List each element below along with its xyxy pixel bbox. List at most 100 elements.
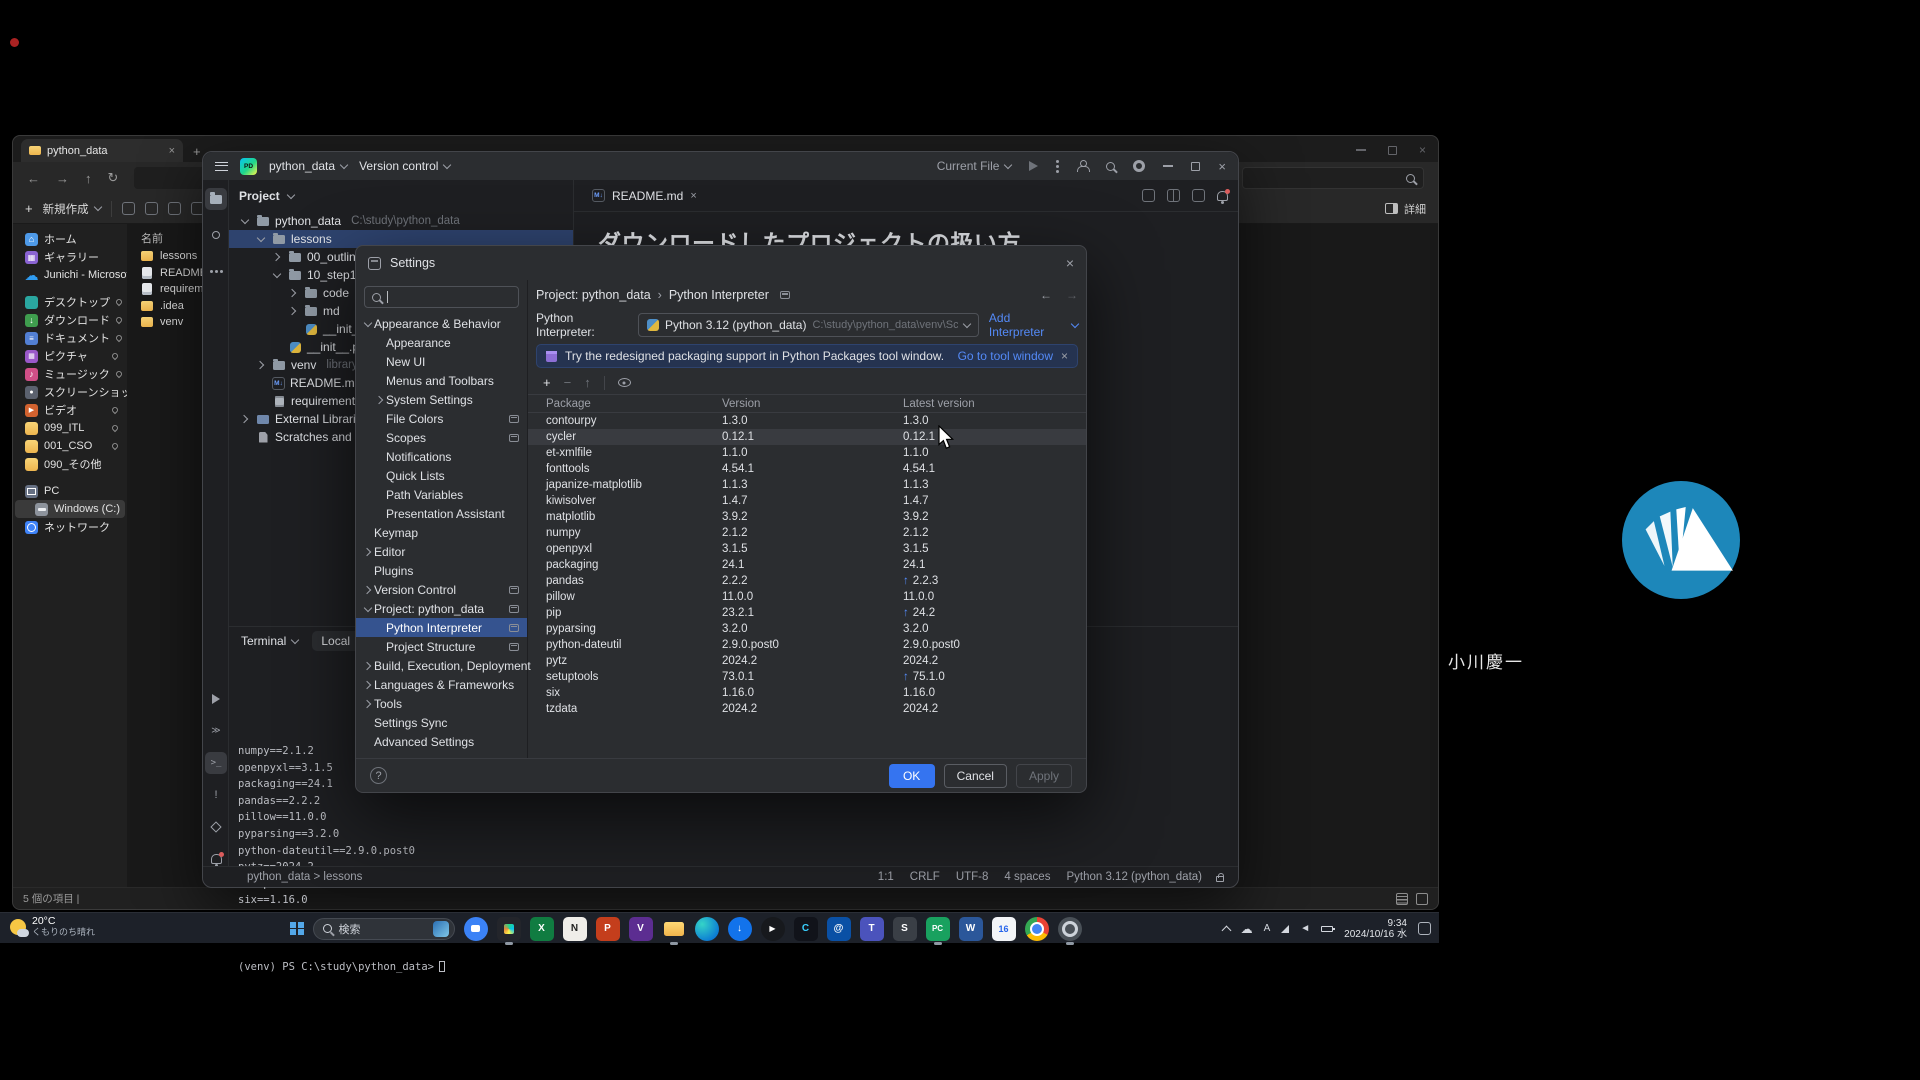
taskbar-app-icon[interactable] <box>1058 917 1082 941</box>
vcs-widget[interactable]: Version control <box>359 159 450 173</box>
taskbar-search-box[interactable]: 検索 <box>313 918 455 940</box>
settings-tree-item[interactable]: File Colors <box>356 409 527 428</box>
run-tool-icon[interactable] <box>205 688 227 710</box>
lock-icon[interactable] <box>1216 876 1224 882</box>
up-icon[interactable]: ↑ <box>85 171 92 186</box>
nav-item[interactable]: ネットワーク <box>15 518 125 536</box>
settings-tree-item[interactable]: Project Structure <box>356 637 527 656</box>
tree-chevron-icon[interactable] <box>255 359 267 371</box>
nav-item[interactable]: ホーム <box>15 230 125 248</box>
banner-close-icon[interactable]: × <box>1061 349 1068 363</box>
package-row[interactable]: pip 23.2.1 24.2 <box>528 605 1086 621</box>
package-row[interactable]: pytz 2024.2 2024.2 <box>528 653 1086 669</box>
settings-tree-item[interactable]: New UI <box>356 352 527 371</box>
taskbar-app-icon[interactable]: PC <box>926 917 950 941</box>
settings-tree-item[interactable]: System Settings <box>356 390 527 409</box>
package-row[interactable]: setuptools 73.0.1 75.1.0 <box>528 669 1086 685</box>
notification-center-icon[interactable] <box>1418 922 1431 935</box>
split-editor-icon[interactable] <box>1167 189 1180 202</box>
editor-tab-readme[interactable]: README.md × <box>584 180 705 211</box>
tree-chevron-icon[interactable] <box>271 341 283 353</box>
project-tool-icon[interactable] <box>205 188 227 210</box>
run-configuration-selector[interactable]: Current File <box>937 159 1012 173</box>
settings-tree-item[interactable]: Settings Sync <box>356 713 527 732</box>
package-row[interactable]: contourpy 1.3.0 1.3.0 <box>528 413 1086 429</box>
minimize-icon[interactable] <box>1163 165 1173 167</box>
dialog-close-icon[interactable]: × <box>1066 255 1074 271</box>
tree-chevron-icon[interactable] <box>362 679 374 691</box>
package-row[interactable]: pillow 11.0.0 11.0.0 <box>528 589 1086 605</box>
taskbar-app-icon[interactable] <box>1025 917 1049 941</box>
cancel-button[interactable]: Cancel <box>944 764 1007 788</box>
taskbar-app-icon[interactable]: X <box>530 917 554 941</box>
column-package[interactable]: Package <box>546 398 722 410</box>
tree-chevron-icon[interactable] <box>271 269 283 281</box>
package-row[interactable]: python-dateutil 2.9.0.post0 2.9.0.post0 <box>528 637 1086 653</box>
settings-tree-item[interactable]: Keymap <box>356 523 527 542</box>
tree-chevron-icon[interactable] <box>255 377 267 389</box>
tree-chevron-icon[interactable] <box>239 431 251 443</box>
nav-item[interactable]: デスクトップ <box>15 293 125 311</box>
layout-icon[interactable] <box>1142 189 1155 202</box>
status-breadcrumb[interactable]: python_data > lessons <box>247 871 362 883</box>
package-row[interactable]: kiwisolver 1.4.7 1.4.7 <box>528 493 1086 509</box>
nav-item[interactable]: ピクチャ <box>15 347 125 365</box>
install-package-icon[interactable]: + <box>543 375 551 390</box>
settings-icon[interactable] <box>1133 160 1145 172</box>
taskbar-app-icon[interactable]: @ <box>827 917 851 941</box>
status-bar-widget[interactable]: UTF-8 <box>956 871 989 883</box>
taskbar-app-icon[interactable]: ↓ <box>728 917 752 941</box>
settings-tree-item[interactable]: Plugins <box>356 561 527 580</box>
taskbar-app-icon[interactable]: T <box>860 917 884 941</box>
ime-mode-indicator[interactable]: A <box>1264 923 1271 934</box>
project-panel-title[interactable]: Project <box>239 189 280 203</box>
settings-tree-item[interactable]: Python Interpreter <box>356 618 527 637</box>
close-icon[interactable]: × <box>1419 143 1426 157</box>
tree-chevron-icon[interactable] <box>374 375 386 387</box>
show-early-releases-icon[interactable] <box>618 378 631 387</box>
settings-tree-item[interactable]: Version Control <box>356 580 527 599</box>
breadcrumb-project[interactable]: Project: python_data <box>536 288 651 302</box>
forward-icon[interactable]: → <box>56 171 69 186</box>
preview-icon[interactable] <box>1192 189 1205 202</box>
taskbar-app-icon[interactable]: N <box>563 917 587 941</box>
tree-chevron-icon[interactable] <box>362 660 374 672</box>
maximize-icon[interactable] <box>1191 162 1200 171</box>
taskbar-app-icon[interactable] <box>497 917 521 941</box>
taskbar-app-icon[interactable]: ▶ <box>761 917 785 941</box>
tree-chevron-icon[interactable] <box>374 356 386 368</box>
tree-chevron-icon[interactable] <box>374 508 386 520</box>
history-back-icon[interactable]: ← <box>1040 288 1052 302</box>
paste-icon[interactable] <box>168 202 181 215</box>
problems-tool-icon[interactable]: ! <box>205 784 227 806</box>
tree-chevron-icon[interactable] <box>271 251 283 263</box>
taskbar-app-icon[interactable] <box>464 917 488 941</box>
tab-close-icon[interactable]: × <box>690 190 696 202</box>
package-row[interactable]: fonttools 4.54.1 4.54.1 <box>528 461 1086 477</box>
taskbar-clock[interactable]: 9:34 2024/10/16 水 <box>1344 918 1407 940</box>
settings-tree-item[interactable]: Path Variables <box>356 485 527 504</box>
package-row[interactable]: japanize-matplotlib 1.1.3 1.1.3 <box>528 477 1086 493</box>
details-pane-toggle[interactable]: 詳細 <box>1385 201 1426 217</box>
settings-tree-item[interactable]: Notifications <box>356 447 527 466</box>
apply-button[interactable]: Apply <box>1016 764 1072 788</box>
run-icon[interactable] <box>1029 161 1038 171</box>
add-interpreter-link[interactable]: Add Interpreter <box>989 311 1078 339</box>
terminal-panel-title[interactable]: Terminal <box>241 634 298 648</box>
taskbar-app-icon[interactable]: P <box>596 917 620 941</box>
close-icon[interactable]: × <box>1218 159 1226 174</box>
package-row[interactable]: cycler 0.12.1 0.12.1 <box>528 429 1086 445</box>
taskbar-app-icon[interactable]: W <box>959 917 983 941</box>
onedrive-icon[interactable]: ☁ <box>1241 922 1253 936</box>
commit-tool-icon[interactable] <box>205 224 227 246</box>
ok-button[interactable]: OK <box>889 764 935 788</box>
nav-item[interactable]: スクリーンショット <box>15 383 125 401</box>
minimize-icon[interactable] <box>1356 149 1366 151</box>
project-selector[interactable]: python_data <box>269 159 347 173</box>
help-button[interactable]: ? <box>370 767 387 784</box>
tree-chevron-icon[interactable] <box>239 413 251 425</box>
tree-chevron-icon[interactable] <box>374 451 386 463</box>
tree-chevron-icon[interactable] <box>255 395 267 407</box>
taskbar-app-icon[interactable] <box>695 917 719 941</box>
settings-tree-item[interactable]: Appearance & Behavior <box>356 314 527 333</box>
